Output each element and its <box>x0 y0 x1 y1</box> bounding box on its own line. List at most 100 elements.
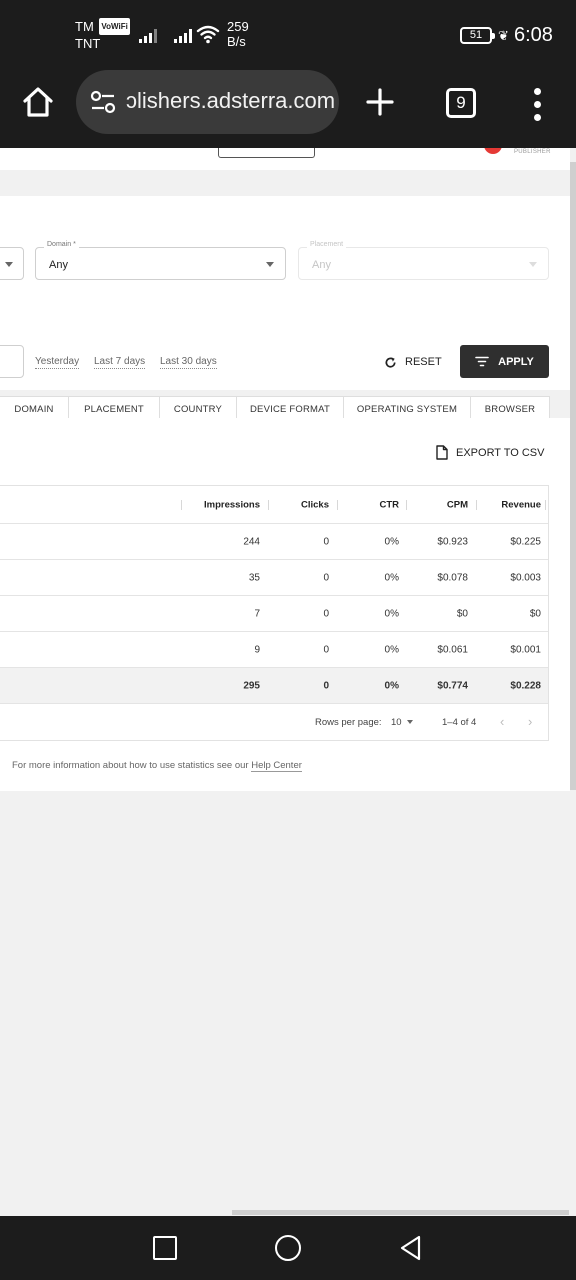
cell-revenue: $0.003 <box>510 572 541 583</box>
col-cpm[interactable]: CPM <box>407 499 468 510</box>
network-speed-unit: B/s <box>227 34 246 49</box>
chevron-down-icon <box>529 262 537 267</box>
more-menu-icon[interactable] <box>526 86 550 122</box>
horizontal-scrollbar[interactable] <box>232 1210 569 1215</box>
total-impressions: 295 <box>243 680 260 691</box>
rows-per-page-select[interactable]: 10 <box>391 717 402 728</box>
table-row: 35 0 0% $0.078 $0.003 <box>0 560 548 596</box>
quick-date-last-30-days[interactable]: Last 30 days <box>160 356 217 369</box>
cell-clicks: 0 <box>323 572 329 583</box>
cell-ctr: 0% <box>384 644 399 655</box>
help-text: For more information about how to use st… <box>12 760 302 772</box>
home-icon[interactable] <box>20 84 56 120</box>
url-text[interactable]: ɔlishers.adsterra.com <box>126 88 335 114</box>
signal-strength-icon <box>139 27 157 43</box>
cell-impressions: 35 <box>248 572 260 583</box>
col-ctr[interactable]: CTR <box>337 499 399 510</box>
prev-filter-select[interactable] <box>0 247 24 280</box>
table-header-row: Impressions Clicks CTR CPM Revenue <box>0 486 548 524</box>
table-pagination: Rows per page: 10 1–4 of 4 ‹ › <box>0 704 548 740</box>
carrier-2: TNT <box>75 36 101 51</box>
filters-card: Domain * Any Placement Any Yesterday Las… <box>0 196 570 423</box>
signal-strength-2-icon <box>174 27 192 43</box>
export-csv-label: EXPORT TO CSV <box>456 446 545 459</box>
leaf-icon: ❦ <box>498 28 509 43</box>
cell-cpm: $0 <box>456 608 468 619</box>
reset-label: RESET <box>405 356 442 368</box>
quick-date-yesterday[interactable]: Yesterday <box>35 356 80 369</box>
carrier-1: TM <box>75 19 94 34</box>
carrier-info: TM VoWiFi TNT <box>75 18 130 52</box>
cell-impressions: 9 <box>254 644 260 655</box>
table-row: 9 0 0% $0.061 $0.001 <box>0 632 548 668</box>
cell-clicks: 0 <box>323 536 329 547</box>
cell-revenue: $0.225 <box>510 536 541 547</box>
cell-revenue: $0.001 <box>510 644 541 655</box>
cell-impressions: 244 <box>243 536 260 547</box>
rows-per-page-label: Rows per page: <box>315 717 382 728</box>
cell-revenue: $0 <box>529 608 541 619</box>
cell-ctr: 0% <box>384 572 399 583</box>
status-bar: TM VoWiFi TNT 259 B/s 51 ❦ 6:08 <box>0 0 576 60</box>
prev-page-icon: ‹ <box>500 714 505 729</box>
help-center-link[interactable]: Help Center <box>251 760 302 772</box>
publisher-tag: PUBLISHER <box>514 149 551 155</box>
address-bar[interactable]: ɔlishers.adsterra.com <box>76 70 339 134</box>
network-speed: 259 B/s <box>227 19 249 49</box>
col-impressions[interactable]: Impressions <box>179 499 260 510</box>
column-divider <box>545 499 546 510</box>
help-text-prefix: For more information about how to use st… <box>12 760 252 771</box>
cell-impressions: 7 <box>254 608 260 619</box>
network-speed-value: 259 <box>227 19 249 34</box>
browser-toolbar: ɔlishers.adsterra.com 9 <box>0 60 576 148</box>
total-ctr: 0% <box>384 680 399 691</box>
cell-cpm: $0.078 <box>437 572 468 583</box>
placement-select: Placement Any <box>298 241 549 280</box>
adsterra-logo-icon <box>484 148 502 154</box>
cell-cpm: $0.061 <box>437 644 468 655</box>
filter-icon <box>475 356 489 367</box>
domain-select[interactable]: Domain * Any <box>35 241 286 280</box>
wifi-icon <box>196 25 220 44</box>
tab-switcher-button[interactable]: 9 <box>446 88 476 118</box>
file-icon <box>436 445 448 460</box>
recent-apps-icon[interactable] <box>153 1236 177 1260</box>
apply-label: APPLY <box>498 355 534 368</box>
clock: 6:08 <box>514 24 553 46</box>
site-header: PUBLISHER <box>0 148 570 170</box>
table-row: 244 0 0% $0.923 $0.225 <box>0 524 548 560</box>
back-icon[interactable] <box>398 1235 424 1261</box>
refresh-icon <box>385 356 396 368</box>
statistics-table: Impressions Clicks CTR CPM Revenue 244 0… <box>0 485 549 741</box>
cell-clicks: 0 <box>323 608 329 619</box>
system-navigation-bar <box>0 1216 576 1280</box>
placement-label: Placement <box>307 241 347 248</box>
page-content: PUBLISHER Domain * Any Placement Any Yes… <box>0 148 576 1216</box>
battery-icon: 51 <box>460 27 495 44</box>
total-revenue: $0.228 <box>510 680 541 691</box>
placement-value: Any <box>312 259 331 271</box>
next-page-icon: › <box>528 714 533 729</box>
chevron-down-icon[interactable] <box>407 720 413 724</box>
table-row: 7 0 0% $0 $0 <box>0 596 548 632</box>
statistics-card: EXPORT TO CSV Impressions Clicks CTR CPM… <box>0 418 570 791</box>
vertical-scrollbar[interactable] <box>570 162 576 790</box>
date-range-input[interactable] <box>0 345 24 378</box>
new-tab-icon[interactable] <box>364 86 396 118</box>
home-circle-icon[interactable] <box>275 1235 301 1261</box>
site-settings-icon[interactable] <box>90 90 116 114</box>
cell-clicks: 0 <box>323 644 329 655</box>
col-clicks[interactable]: Clicks <box>269 499 329 510</box>
reset-button[interactable]: RESET <box>384 353 442 371</box>
quick-date-last-7-days[interactable]: Last 7 days <box>94 356 146 369</box>
domain-value: Any <box>49 259 68 271</box>
domain-label: Domain * <box>44 241 79 248</box>
cell-ctr: 0% <box>384 608 399 619</box>
export-csv-button[interactable]: EXPORT TO CSV <box>436 445 544 460</box>
cell-cpm: $0.923 <box>437 536 468 547</box>
header-control[interactable] <box>218 148 315 158</box>
col-revenue[interactable]: Revenue <box>477 499 541 510</box>
apply-button[interactable]: APPLY <box>460 345 549 378</box>
cell-ctr: 0% <box>384 536 399 547</box>
chevron-down-icon <box>266 262 274 267</box>
